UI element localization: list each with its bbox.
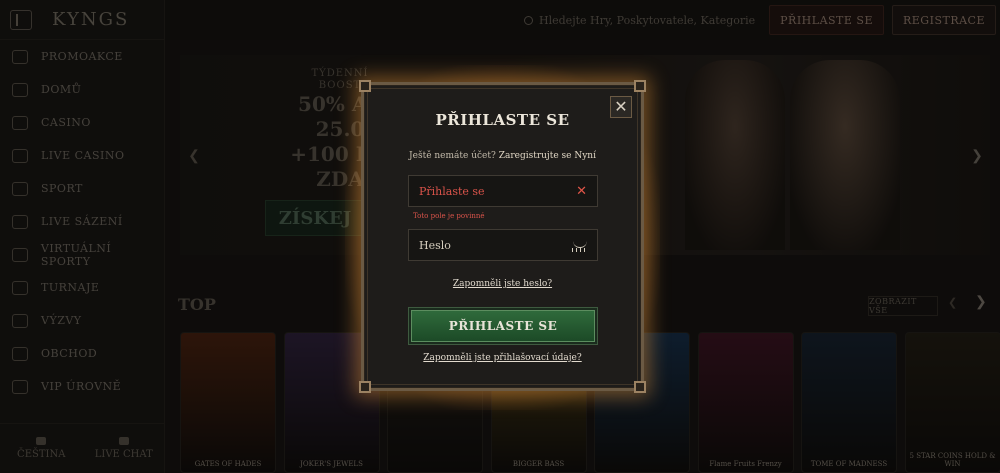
register-prompt: Ještě nemáte účet? Zaregistrujte se Nyní — [364, 151, 641, 161]
register-link[interactable]: Zaregistrujte se Nyní — [499, 151, 596, 161]
login-submit-button[interactable]: PŘIHLASTE SE — [411, 310, 595, 342]
ornament-corner — [359, 381, 371, 393]
username-field[interactable]: Přihlaste se ✕ — [408, 175, 598, 207]
no-account-text: Ještě nemáte účet? — [409, 151, 496, 161]
forgot-login-link[interactable]: Zapomněli jste přihlašovací údaje? — [364, 353, 641, 363]
username-placeholder: Přihlaste se — [419, 184, 485, 198]
forgot-password-link[interactable]: Zapomněli jste heslo? — [364, 279, 641, 289]
error-x-icon: ✕ — [576, 184, 587, 199]
ornament-corner — [359, 80, 371, 92]
ornament-corner — [634, 80, 646, 92]
login-modal: ✕ PŘIHLASTE SE Ještě nemáte účet? Zaregi… — [359, 80, 646, 393]
password-placeholder: Heslo — [419, 238, 451, 252]
password-field[interactable]: Heslo — [408, 229, 598, 261]
ornament-corner — [634, 381, 646, 393]
username-error: Toto pole je povinné — [413, 212, 485, 220]
modal-title: PŘIHLASTE SE — [435, 111, 570, 129]
eye-closed-icon[interactable] — [572, 240, 588, 252]
